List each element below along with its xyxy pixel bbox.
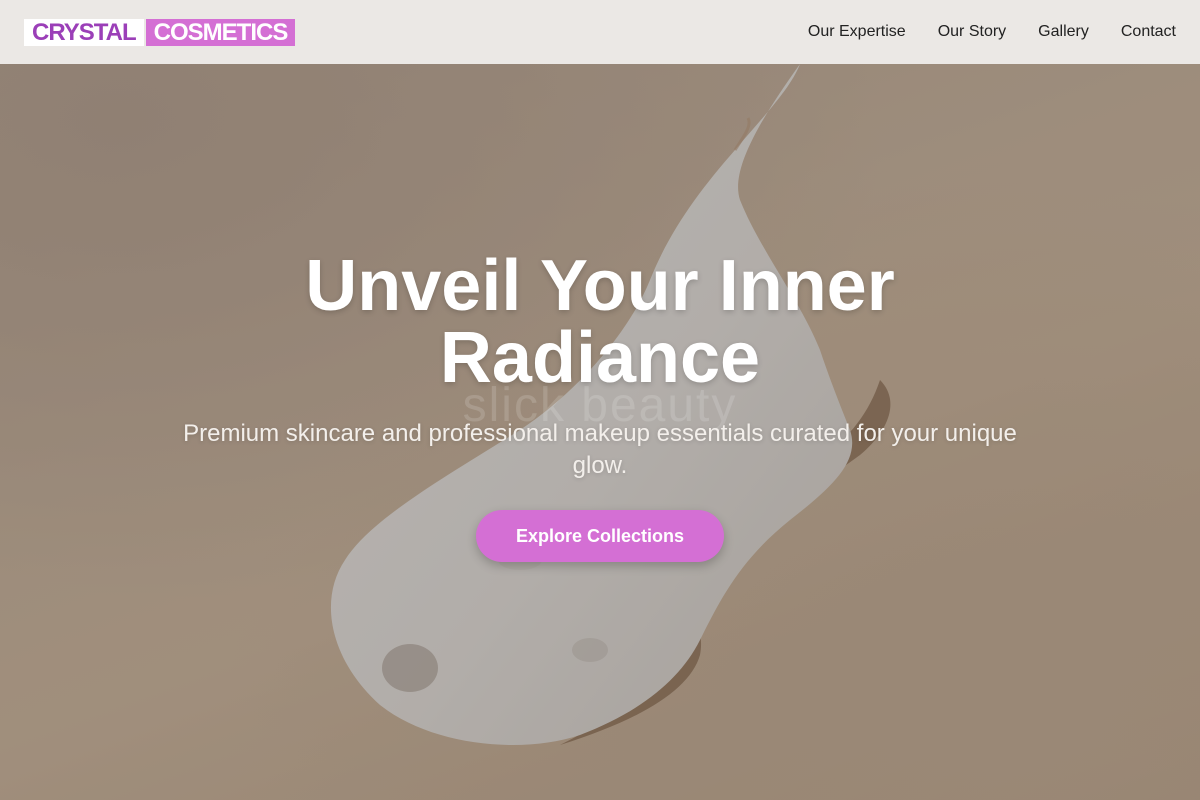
logo-word-crystal: CRYSTAL bbox=[24, 18, 144, 46]
nav-link-our-story[interactable]: Our Story bbox=[938, 23, 1006, 41]
nav-link-contact[interactable]: Contact bbox=[1121, 23, 1176, 41]
top-navbar: CRYSTAL COSMETICS Our Expertise Our Stor… bbox=[0, 0, 1200, 64]
logo-word-cosmetics: COSMETICS bbox=[145, 18, 296, 46]
brand-logo[interactable]: CRYSTAL COSMETICS bbox=[24, 18, 296, 46]
nav-link-our-expertise[interactable]: Our Expertise bbox=[808, 23, 906, 41]
hero-section: slick beauty Unveil Your Inner Radiance … bbox=[0, 0, 1200, 800]
hero-headline: Unveil Your Inner Radiance bbox=[305, 246, 895, 398]
nav-link-gallery[interactable]: Gallery bbox=[1038, 23, 1089, 41]
hero-subheadline: Premium skincare and professional makeup… bbox=[183, 420, 1017, 479]
nav-menu: Our Expertise Our Story Gallery Contact bbox=[776, 23, 1176, 41]
explore-collections-button[interactable]: Explore Collections bbox=[476, 510, 724, 562]
